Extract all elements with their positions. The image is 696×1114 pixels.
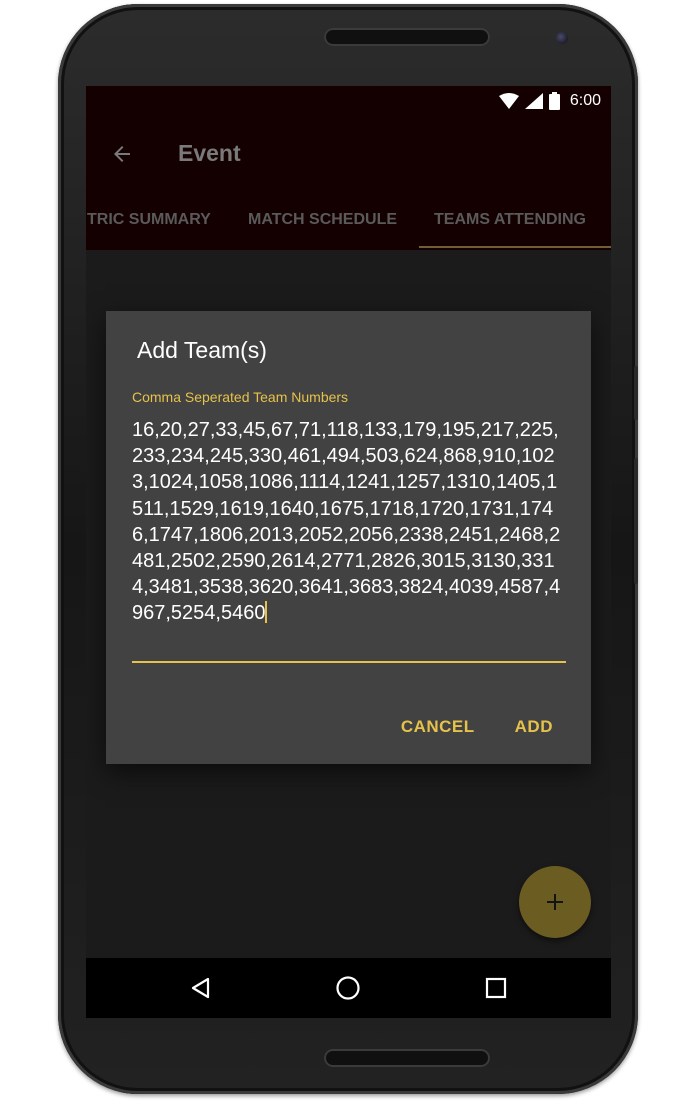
screen: 6:00 Event TRIC SUMMARY MATCH SCHEDULE T…	[86, 86, 611, 1018]
tab-teams-attending[interactable]: TEAMS ATTENDING	[434, 192, 586, 248]
top-speaker-grille	[324, 28, 490, 46]
back-button[interactable]	[108, 140, 136, 168]
page-title: Event	[178, 140, 241, 166]
tab-metric-summary[interactable]: TRIC SUMMARY	[87, 192, 211, 248]
navigation-bar	[86, 958, 611, 1018]
recents-square-icon	[485, 977, 507, 999]
volume-button	[634, 366, 638, 420]
add-team-fab[interactable]	[519, 866, 591, 938]
add-button[interactable]: ADD	[515, 717, 553, 737]
back-triangle-icon	[191, 977, 210, 999]
nav-home-button[interactable]	[332, 972, 364, 1004]
power-button	[634, 458, 638, 584]
add-teams-dialog: Add Team(s) Comma Seperated Team Numbers…	[106, 311, 591, 764]
status-time: 6:00	[569, 92, 601, 109]
team-numbers-input[interactable]: 16,20,27,33,45,67,71,118,133,179,195,217…	[132, 417, 566, 627]
cancel-button[interactable]: CANCEL	[401, 717, 475, 737]
home-circle-icon	[336, 976, 360, 1000]
battery-icon	[548, 92, 560, 110]
dialog-actions: CANCEL ADD	[401, 717, 553, 737]
app-bar: 6:00 Event TRIC SUMMARY MATCH SCHEDULE T…	[86, 86, 611, 250]
tab-match-schedule[interactable]: MATCH SCHEDULE	[248, 192, 397, 248]
cell-signal-icon	[524, 93, 543, 109]
text-cursor	[265, 601, 268, 624]
tab-bar: TRIC SUMMARY MATCH SCHEDULE TEAMS ATTEND…	[86, 192, 611, 250]
input-underline	[132, 661, 566, 663]
team-numbers-label: Comma Seperated Team Numbers	[132, 389, 349, 405]
wifi-icon	[498, 93, 519, 109]
nav-back-button[interactable]	[185, 972, 217, 1004]
plus-icon	[547, 894, 563, 910]
selected-tab-indicator	[419, 246, 611, 248]
dialog-title: Add Team(s)	[137, 337, 267, 363]
bottom-speaker-grille	[324, 1049, 490, 1067]
nav-recents-button[interactable]	[480, 972, 512, 1004]
status-bar: 6:00	[86, 86, 611, 120]
toolbar: Event	[86, 120, 611, 192]
team-numbers-value: 16,20,27,33,45,67,71,118,133,179,195,217…	[132, 419, 561, 625]
front-camera	[556, 32, 568, 44]
arrow-back-icon	[114, 146, 130, 162]
